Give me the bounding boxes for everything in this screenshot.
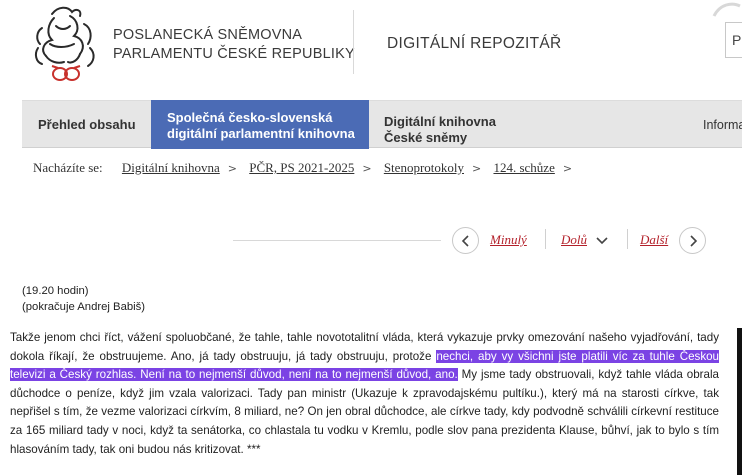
pager-separator xyxy=(627,229,628,249)
site-header: POSLANECKÁ SNĚMOVNA PARLAMENTU ČESKÉ REP… xyxy=(0,0,742,100)
tab-czech-slovak-library-line2: digitální parlamentní knihovna xyxy=(167,126,355,141)
organization-name: POSLANECKÁ SNĚMOVNA PARLAMENTU ČESKÉ REP… xyxy=(113,26,355,64)
chevron-right-icon: > xyxy=(562,162,573,175)
next-link[interactable]: Další xyxy=(640,232,668,248)
lion-coat-of-arms-logo[interactable] xyxy=(30,4,102,86)
breadcrumb: Nacházíte se: Digitální knihovna > PČR, P… xyxy=(33,160,581,176)
tab-content-overview[interactable]: Přehled obsahu xyxy=(22,101,151,148)
org-name-line2: PARLAMENTU ČESKÉ REPUBLIKY xyxy=(113,46,355,62)
speech-paragraph: Takže jenom chci říct, vážení spoluobčan… xyxy=(10,329,720,459)
breadcrumb-item-term[interactable]: PČR, PS 2021-2025 xyxy=(249,160,354,175)
previous-button[interactable] xyxy=(452,227,479,254)
previous-link[interactable]: Minulý xyxy=(490,232,527,248)
tab-digital-library-line1: Digitální knihovna xyxy=(384,114,496,129)
speech-time: (19.20 hodin) xyxy=(22,285,89,297)
search-input[interactable]: P xyxy=(725,22,742,58)
breadcrumb-item-stenoprotocols[interactable]: Stenoprotokoly xyxy=(384,160,464,175)
tab-czech-slovak-library-line1: Společná česko-slovenská xyxy=(167,110,333,125)
window-edge-bar xyxy=(737,328,742,475)
tab-digital-library-line2: České sněmy xyxy=(384,130,468,145)
tab-content-overview-label: Přehled obsahu xyxy=(38,117,136,132)
breadcrumb-item-digital-library[interactable]: Digitální knihovna xyxy=(122,160,220,175)
chevron-left-icon xyxy=(461,235,469,247)
org-name-line1: POSLANECKÁ SNĚMOVNA xyxy=(113,27,303,43)
chevron-right-icon: > xyxy=(472,162,482,175)
chevron-down-icon[interactable] xyxy=(595,236,609,245)
speech-text-after: My jsme tady obstruovali, když tahle vlá… xyxy=(10,368,720,456)
pager-divider-line xyxy=(233,240,441,241)
repository-title: DIGITÁLNÍ REPOZITÁŘ xyxy=(387,35,562,52)
tab-information[interactable]: Informa xyxy=(701,101,742,148)
speech-speaker: (pokračuje Andrej Babiš) xyxy=(22,301,146,313)
tab-information-label: Informa xyxy=(703,118,742,132)
tab-czech-slovak-library[interactable]: Společná česko-slovenská digitální parla… xyxy=(151,100,369,149)
pager-separator xyxy=(545,229,546,249)
main-navigation: Přehled obsahu Společná česko-slovenská … xyxy=(22,100,742,149)
chevron-right-icon xyxy=(690,235,698,247)
search-input-text: P xyxy=(732,32,742,48)
chevron-right-icon: > xyxy=(227,162,237,175)
speech-meta: (19.20 hodin) (pokračuje Andrej Babiš) xyxy=(22,283,145,315)
breadcrumb-item-session[interactable]: 124. schůze xyxy=(493,160,554,175)
tab-digital-library-czech-diets[interactable]: Digitální knihovna České sněmy xyxy=(383,101,583,148)
chevron-right-icon: > xyxy=(362,162,372,175)
breadcrumb-label: Nacházíte se: xyxy=(33,160,103,175)
header-divider xyxy=(353,10,354,74)
down-link[interactable]: Dolů xyxy=(561,232,587,248)
decorative-corner-icon xyxy=(712,2,741,17)
next-button[interactable] xyxy=(679,227,706,254)
